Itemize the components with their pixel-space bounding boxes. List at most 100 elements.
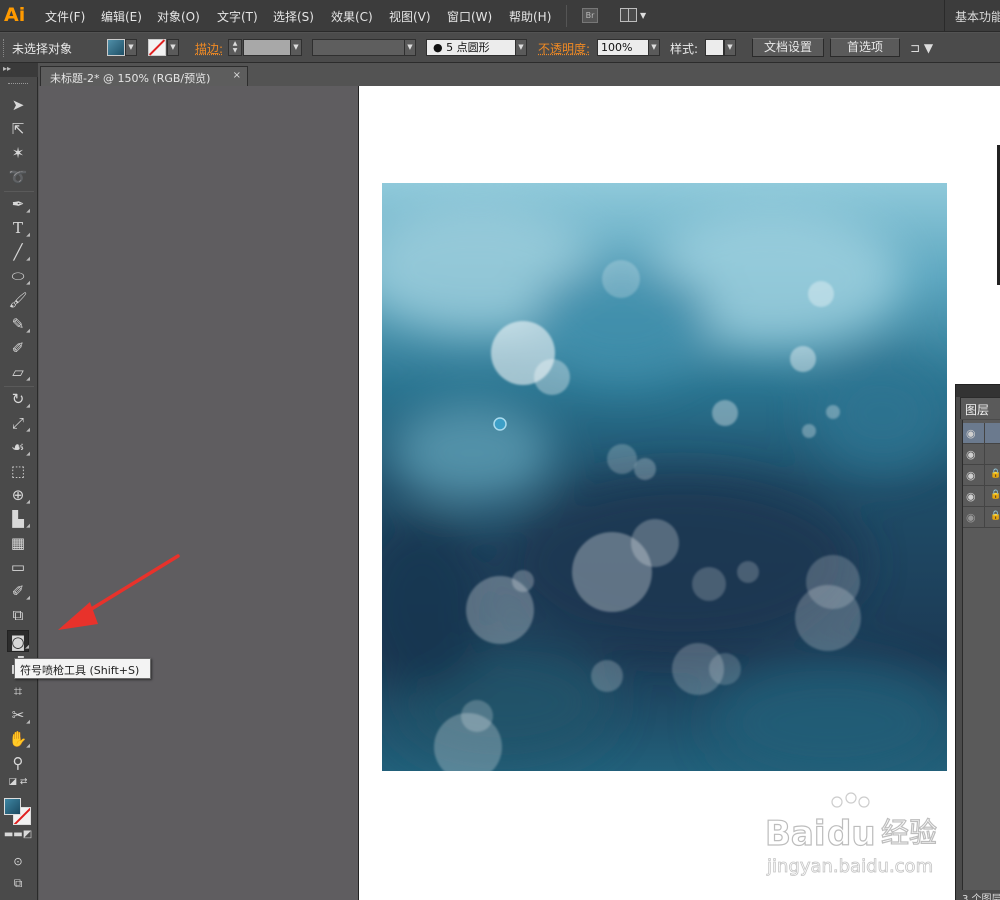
- arrange-documents-button[interactable]: ▼: [620, 8, 648, 23]
- stroke-color-swatch[interactable]: [148, 39, 166, 56]
- brush-definition-select[interactable]: ● 5 点圆形: [426, 39, 516, 56]
- style-dropdown[interactable]: ▼: [724, 39, 736, 56]
- type-tool[interactable]: T ◢: [7, 217, 30, 239]
- mesh-tool[interactable]: ▦: [7, 532, 29, 554]
- direct-selection-tool[interactable]: ⇱: [7, 118, 29, 140]
- fill-color-box[interactable]: [4, 798, 21, 815]
- pen-tool[interactable]: ✒ ◢: [7, 193, 30, 215]
- ellipse-tool[interactable]: ⬭ ◢: [7, 265, 30, 287]
- menu-select[interactable]: 选择(S): [273, 8, 314, 26]
- scale-tool[interactable]: ⤢ ◢: [7, 412, 30, 434]
- menu-view[interactable]: 视图(V): [389, 8, 431, 26]
- column-divider: [984, 507, 985, 528]
- magic-wand-tool[interactable]: ✶: [7, 142, 29, 164]
- paintbrush-tool[interactable]: 🖌: [7, 289, 29, 311]
- column-divider: [984, 465, 985, 486]
- panel-grip[interactable]: [3, 39, 6, 57]
- layer-row[interactable]: ◉ 🔒: [963, 465, 1000, 486]
- document-setup-button[interactable]: 文档设置: [752, 38, 824, 57]
- brush-dropdown[interactable]: ▼: [515, 39, 527, 56]
- default-colors-swap[interactable]: ◪ ⇄: [1, 776, 35, 788]
- menu-edit[interactable]: 编辑(E): [101, 8, 142, 26]
- lock-icon[interactable]: 🔒: [990, 469, 1000, 479]
- preferences-button[interactable]: 首选项: [830, 38, 900, 57]
- menu-file[interactable]: 文件(F): [45, 8, 85, 26]
- slice-tool[interactable]: ✂ ◢: [7, 704, 30, 726]
- layer-row[interactable]: ◉: [963, 444, 1000, 465]
- menu-help[interactable]: 帮助(H): [509, 8, 551, 26]
- bridge-button[interactable]: Br: [582, 8, 598, 23]
- stroke-dropdown-arrow[interactable]: ▼: [167, 39, 179, 56]
- menu-object[interactable]: 对象(O): [157, 8, 200, 26]
- free-transform-tool[interactable]: ⬚: [7, 460, 29, 482]
- profile-dropdown[interactable]: ▼: [404, 39, 416, 56]
- layers-tab[interactable]: 图层: [960, 397, 1000, 419]
- layer-row[interactable]: ◉ 🔒: [963, 507, 1000, 528]
- lasso-tool[interactable]: ➰: [7, 166, 29, 188]
- drawing-mode-tool[interactable]: ⊙: [7, 849, 29, 871]
- stroke-weight-dropdown[interactable]: ▼: [290, 39, 302, 56]
- layers-list: ◉ ◉ ◉ 🔒 ◉ 🔒 ◉ 🔒: [962, 420, 1000, 890]
- graphic-style-swatch[interactable]: [705, 39, 724, 56]
- panel-collapse-icon[interactable]: ▸▸: [0, 63, 38, 77]
- eraser-tool[interactable]: ▱ ◢: [7, 361, 30, 383]
- opacity-label[interactable]: 不透明度:: [538, 40, 590, 57]
- lock-icon[interactable]: 🔒: [990, 511, 1000, 521]
- blob-brush-tool[interactable]: ✐: [7, 337, 29, 359]
- stroke-weight-spinner[interactable]: ▲ ▼: [228, 39, 242, 56]
- stroke-weight-field[interactable]: [243, 39, 291, 56]
- app-logo: Ai: [4, 4, 26, 26]
- fill-color-swatch[interactable]: [107, 39, 125, 56]
- perspective-grid-tool[interactable]: ▙ ◢: [7, 508, 30, 530]
- perspective-grid-icon: ▙: [12, 510, 24, 528]
- watermark-brand-cn: 经验: [881, 816, 937, 849]
- workspace-switcher[interactable]: 基本功能: [944, 0, 1000, 31]
- baidu-watermark: Bai du 经验 jingyan.baidu.com: [764, 792, 938, 877]
- bokeh-artwork[interactable]: [382, 183, 947, 771]
- selection-tool[interactable]: ➤: [7, 94, 29, 116]
- brush-name: 点圆形: [456, 41, 490, 54]
- tools-panel: ▸▸ ➤ ⇱ ✶ ➰ ✒ ◢ T ◢ ╱ ◢ ⬭ ◢ 🖌 ✎ ◢ ✐ ▱ ◢ ↻ ◢ ⤢ ◢ ☙…: [0, 63, 38, 900]
- warp-tool[interactable]: ☙ ◢: [7, 436, 30, 458]
- eyedropper-tool[interactable]: ✐ ◢: [7, 580, 30, 602]
- zoom-tool[interactable]: ⚲: [7, 752, 29, 774]
- lock-icon[interactable]: 🔒: [990, 490, 1000, 500]
- visibility-eye-icon[interactable]: ◉: [966, 427, 976, 440]
- visibility-eye-icon[interactable]: ◉: [966, 469, 976, 482]
- visibility-eye-icon[interactable]: ◉: [966, 511, 976, 524]
- menu-effect[interactable]: 效果(C): [331, 8, 373, 26]
- close-icon[interactable]: ×: [233, 70, 241, 81]
- blob-brush-icon: ✐: [11, 339, 25, 357]
- pencil-tool[interactable]: ✎ ◢: [7, 313, 30, 335]
- visibility-eye-icon[interactable]: ◉: [966, 490, 976, 503]
- menu-bar: Ai 文件(F) 编辑(E) 对象(O) 文字(T) 选择(S) 效果(C) 视…: [0, 0, 1000, 32]
- layer-row[interactable]: ◉: [963, 423, 1000, 444]
- opacity-field[interactable]: 100%: [597, 39, 649, 56]
- pen-icon: ✒: [11, 195, 25, 213]
- arrange-panel-icon[interactable]: ⊐ ▼: [910, 41, 942, 56]
- toolbox-divider: [4, 386, 34, 387]
- rotate-tool[interactable]: ↻ ◢: [7, 388, 30, 410]
- screen-mode-tool[interactable]: ⧉: [7, 871, 29, 893]
- visibility-eye-icon[interactable]: ◉: [966, 448, 976, 461]
- blend-tool[interactable]: ⧉: [7, 604, 29, 626]
- hand-tool[interactable]: ✋ ◢: [7, 728, 30, 750]
- layer-row[interactable]: ◉ 🔒: [963, 486, 1000, 507]
- gradient-tool[interactable]: ▭: [7, 556, 29, 578]
- opacity-dropdown[interactable]: ▼: [648, 39, 660, 56]
- line-segment-tool[interactable]: ╱ ◢: [7, 241, 30, 263]
- watermark-brand-1: Bai: [765, 814, 826, 854]
- menu-type[interactable]: 文字(T): [217, 8, 258, 26]
- panel-grip[interactable]: [8, 83, 28, 85]
- symbol-sprayer-tool[interactable]: ◙ ◢: [7, 630, 29, 652]
- shape-builder-tool[interactable]: ⊕ ◢: [7, 484, 30, 506]
- variable-width-profile[interactable]: [312, 39, 405, 56]
- selection-status: 未选择对象: [12, 42, 73, 56]
- fill-dropdown-arrow[interactable]: ▼: [125, 39, 137, 56]
- color-mode-buttons[interactable]: ▬▬◩: [3, 829, 33, 841]
- document-tab[interactable]: 未标题-2* @ 150% (RGB/预览) ×: [40, 66, 248, 86]
- menu-window[interactable]: 窗口(W): [447, 8, 492, 26]
- eyedropper-icon: ✐: [11, 582, 25, 600]
- artboard-tool[interactable]: ⌗: [7, 680, 29, 702]
- stroke-label[interactable]: 描边:: [195, 40, 223, 57]
